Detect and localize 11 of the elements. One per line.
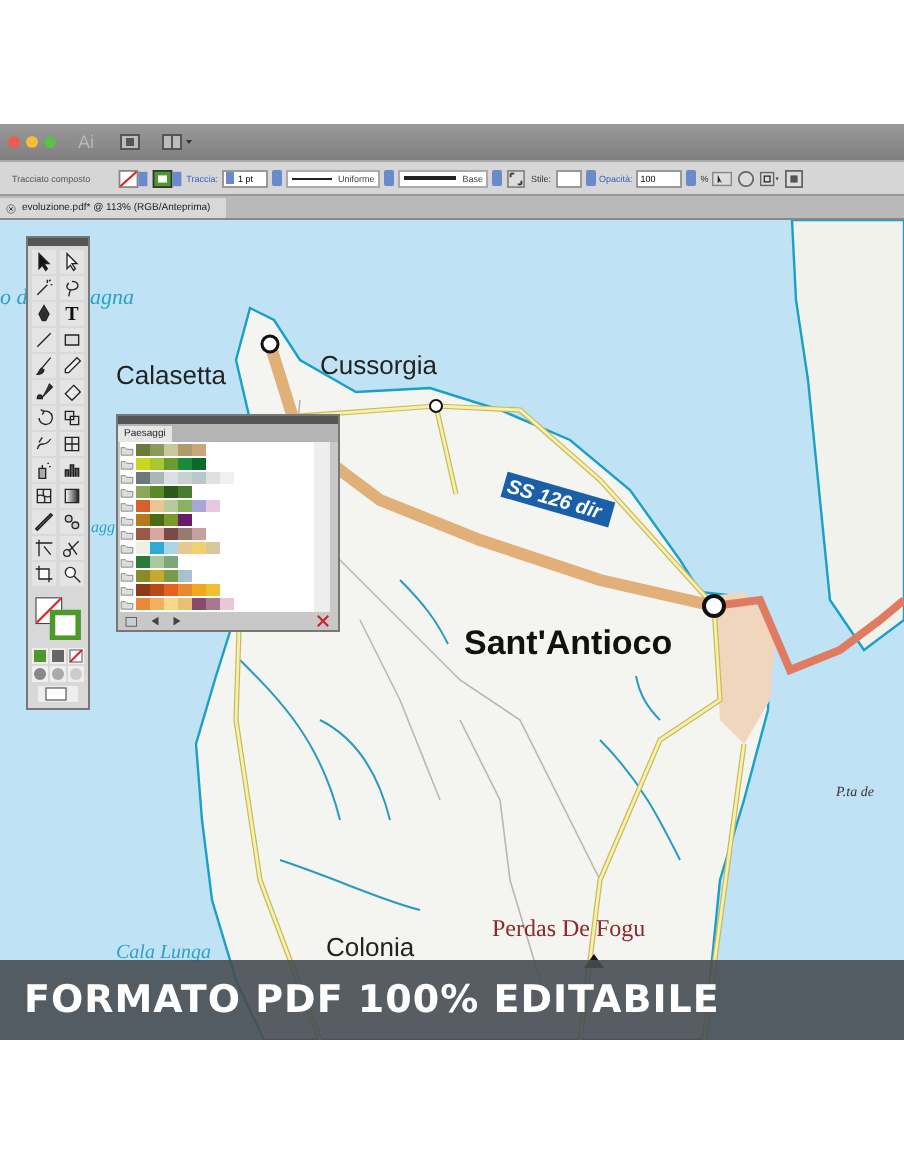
- road-number-sign: SS 126 dir: [500, 471, 616, 528]
- map-label: Sant'Antioco: [464, 624, 673, 662]
- map-label: Cala Lunga: [116, 942, 212, 964]
- type-tool[interactable]: T: [60, 302, 84, 326]
- map-label: Calasetta: [116, 360, 226, 390]
- banner-text: FORMATO PDF 100% EDITABILE: [24, 978, 720, 1022]
- map-label: Perdas De Fogu: [492, 914, 646, 942]
- map-label: agg: [91, 518, 115, 536]
- map-label: agna: [90, 286, 134, 310]
- map-label: Colonia: [326, 932, 415, 962]
- map-label: Cussorgia: [320, 350, 438, 380]
